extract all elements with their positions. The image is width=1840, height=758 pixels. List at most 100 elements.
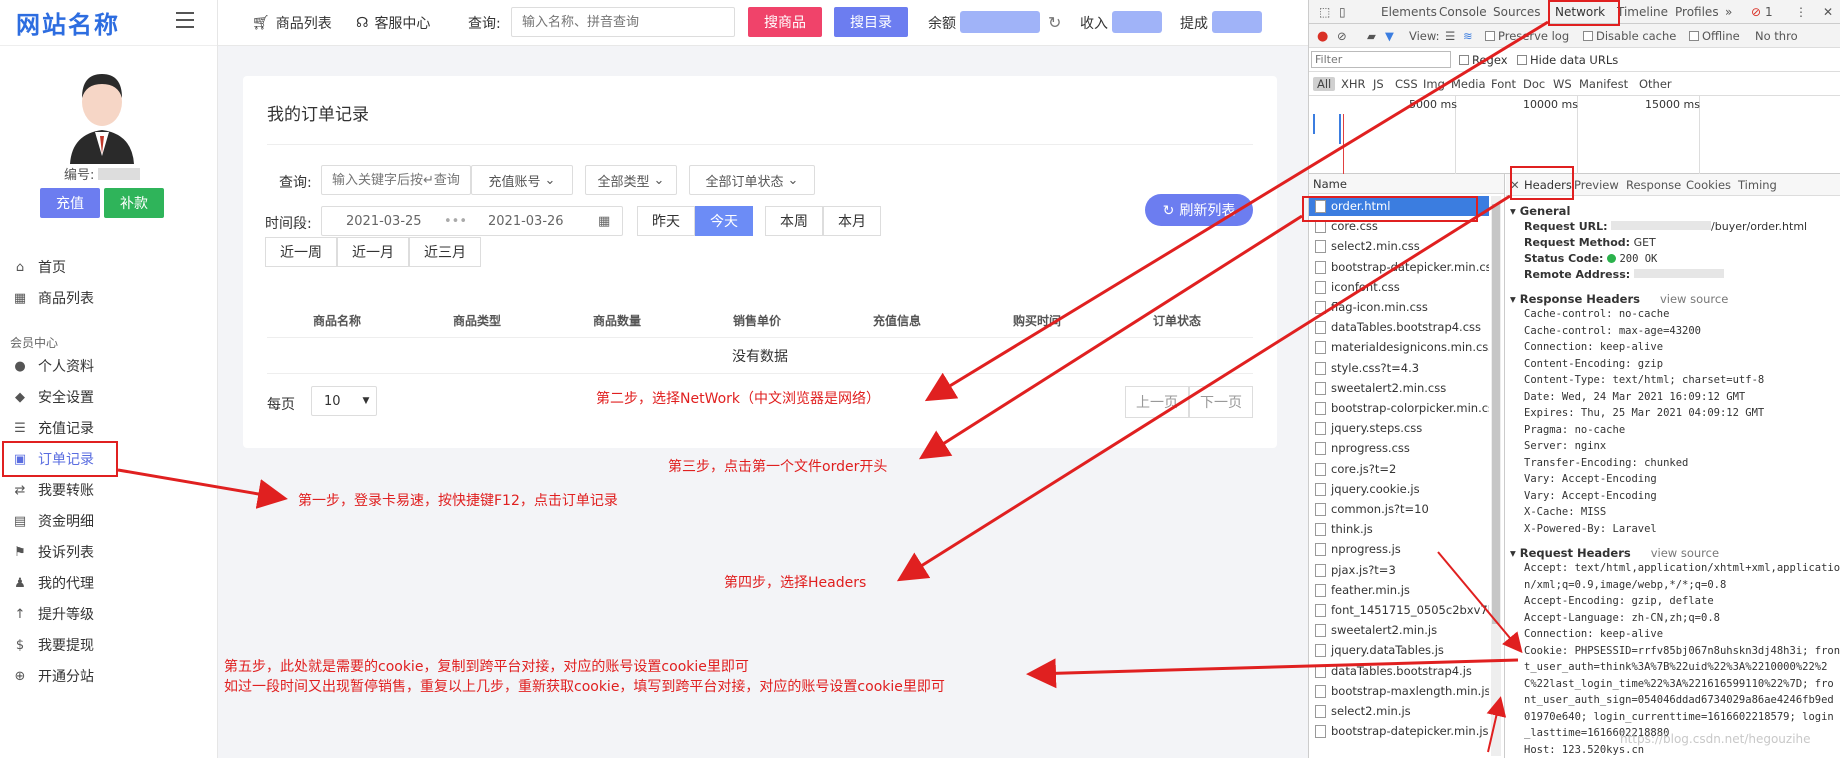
type-filter-js[interactable]: JS [1373, 77, 1384, 91]
search-goods-button[interactable]: 搜商品 [748, 7, 822, 37]
tab-response[interactable]: Response [1626, 178, 1681, 192]
site-logo[interactable]: 网站名称 [16, 5, 120, 40]
request-list-scrollbar[interactable] [1491, 196, 1501, 756]
request-row[interactable]: jquery.steps.css [1309, 418, 1489, 438]
request-row[interactable]: sweetalert2.min.css [1309, 378, 1489, 398]
sidebar-item-agents[interactable]: ♟ 我的代理 [12, 570, 94, 596]
quick-this-week-button[interactable]: 本周 [765, 206, 823, 236]
request-row[interactable]: flag-icon.min.css [1309, 297, 1489, 317]
clear-icon[interactable]: ⊘ [1337, 29, 1347, 43]
request-row[interactable]: jquery.dataTables.js [1309, 640, 1489, 660]
tab-elements[interactable]: Elements [1381, 5, 1437, 19]
request-row[interactable]: select2.min.css [1309, 236, 1489, 256]
date-range-picker[interactable]: 2021-03-25 ••• 2021-03-26 ▦ [321, 206, 623, 236]
request-row[interactable]: feather.min.js [1309, 580, 1489, 600]
overview-icon[interactable]: ≋ [1463, 29, 1473, 43]
next-page-button[interactable]: 下一页 [1189, 386, 1253, 418]
sidebar-item-recharge-records[interactable]: ☰ 充值记录 [12, 415, 94, 441]
request-row[interactable]: bootstrap-colorpicker.min.css [1309, 398, 1489, 418]
refresh-list-button[interactable]: ↻ 刷新列表 [1145, 194, 1253, 226]
order-keyword-input[interactable] [321, 165, 471, 195]
column-header[interactable]: 销售单价 [733, 312, 781, 329]
request-row[interactable]: sweetalert2.min.js [1309, 620, 1489, 640]
type-select[interactable]: 全部类型 ⌄ [585, 165, 677, 195]
tab-cookies[interactable]: Cookies [1686, 178, 1731, 192]
response-headers-section-title[interactable]: ▾ Response Headers view source [1510, 292, 1728, 306]
sidebar-item-withdraw[interactable]: $ 我要提现 [12, 632, 94, 658]
sidebar-item-product-list[interactable]: ▦ 商品列表 [12, 285, 94, 311]
sidebar-item-transfer[interactable]: ⇄ 我要转账 [12, 477, 94, 503]
preserve-log-checkbox[interactable]: Preserve log [1485, 29, 1569, 43]
quick-yesterday-button[interactable]: 昨天 [637, 206, 695, 236]
hamburger-menu-icon[interactable] [176, 12, 194, 30]
network-filter-input[interactable] [1311, 51, 1451, 68]
request-row[interactable]: nprogress.js [1309, 539, 1489, 559]
type-filter-manifest[interactable]: Manifest [1579, 77, 1628, 91]
request-row[interactable]: pjax.js?t=3 [1309, 560, 1489, 580]
request-row[interactable]: core.js?t=2 [1309, 459, 1489, 479]
request-row[interactable]: select2.min.js [1309, 701, 1489, 721]
request-row[interactable]: jquery.cookie.js [1309, 479, 1489, 499]
large-rows-icon[interactable]: ☰ [1445, 29, 1455, 43]
prev-page-button[interactable]: 上一页 [1125, 386, 1189, 418]
devtools-menu-icon[interactable]: ⋮ [1795, 5, 1807, 19]
type-filter-font[interactable]: Font [1491, 77, 1516, 91]
date-start[interactable]: 2021-03-25 [346, 214, 422, 229]
sidebar-item-profile[interactable]: ● 个人资料 [12, 353, 94, 379]
sidebar-item-security[interactable]: ◆ 安全设置 [12, 384, 94, 410]
sidebar-item-home[interactable]: ⌂ 首页 [12, 254, 66, 280]
quick-last-week-button[interactable]: 近一周 [265, 237, 337, 267]
name-column-header[interactable]: Name [1309, 174, 1504, 194]
quick-this-month-button[interactable]: 本月 [823, 206, 881, 236]
scrollbar-thumb[interactable] [1492, 204, 1500, 624]
more-tabs-icon[interactable]: » [1725, 5, 1732, 19]
request-row[interactable]: style.css?t=4.3 [1309, 358, 1489, 378]
request-row[interactable]: font_1451715_0505c2bxv7b... [1309, 600, 1489, 620]
disable-cache-checkbox[interactable]: Disable cache [1583, 29, 1676, 43]
request-row[interactable]: think.js [1309, 519, 1489, 539]
status-select[interactable]: 全部订单状态 ⌄ [689, 165, 815, 195]
topbar-product-list-link[interactable]: 🛒︎ 商品列表 [252, 13, 332, 33]
view-source-link[interactable]: view source [1660, 292, 1728, 306]
refresh-balance-icon[interactable]: ↻ [1048, 13, 1061, 32]
tab-console[interactable]: Console [1439, 5, 1487, 19]
type-filter-ws[interactable]: WS [1553, 77, 1572, 91]
request-row[interactable]: bootstrap-datepicker.min.js [1309, 721, 1489, 741]
device-toolbar-icon[interactable]: ▯ [1339, 5, 1346, 19]
quick-last-month-button[interactable]: 近一月 [337, 237, 409, 267]
type-filter-other[interactable]: Other [1639, 77, 1672, 91]
column-header[interactable]: 订单状态 [1153, 312, 1201, 329]
request-row[interactable]: nprogress.css [1309, 438, 1489, 458]
request-row[interactable]: common.js?t=10 [1309, 499, 1489, 519]
column-header[interactable]: 充值信息 [873, 312, 921, 329]
type-filter-css[interactable]: CSS [1395, 77, 1418, 91]
error-badge-icon[interactable]: ⊘ [1751, 5, 1761, 19]
request-row[interactable]: bootstrap-maxlength.min.js [1309, 681, 1489, 701]
recharge-button[interactable]: 充值 [40, 188, 100, 218]
column-header[interactable]: 购买时间 [1013, 312, 1061, 329]
column-header[interactable]: 商品类型 [453, 312, 501, 329]
record-icon[interactable]: ● [1317, 29, 1328, 44]
sidebar-item-funds[interactable]: ▤ 资金明细 [12, 508, 94, 534]
general-section-title[interactable]: ▾ General [1510, 204, 1570, 218]
tab-timeline[interactable]: Timeline [1617, 5, 1668, 19]
tab-profiles[interactable]: Profiles [1675, 5, 1719, 19]
tab-timing[interactable]: Timing [1738, 178, 1777, 192]
sidebar-item-complaints[interactable]: ⚑ 投诉列表 [12, 539, 94, 565]
request-row[interactable]: dataTables.bootstrap4.js [1309, 661, 1489, 681]
supplement-button[interactable]: 补款 [104, 188, 164, 218]
account-select[interactable]: 充值账号 ⌄ [471, 165, 573, 195]
type-filter-all[interactable]: All [1313, 77, 1336, 91]
tab-sources[interactable]: Sources [1493, 5, 1540, 19]
sidebar-item-upgrade[interactable]: ↑ 提升等级 [12, 601, 94, 627]
devtools-close-icon[interactable]: ✕ [1823, 5, 1833, 19]
inspect-icon[interactable]: ⬚ [1319, 5, 1330, 19]
regex-checkbox[interactable]: Regex [1459, 53, 1508, 67]
calendar-icon[interactable]: ▦ [598, 214, 610, 229]
topbar-search-input[interactable] [511, 7, 735, 37]
request-headers-section-title[interactable]: ▾ Request Headers view source [1510, 546, 1719, 560]
date-end[interactable]: 2021-03-26 [488, 214, 564, 229]
sidebar-item-open-substation[interactable]: ⊕ 开通分站 [12, 663, 94, 689]
search-directory-button[interactable]: 搜目录 [834, 7, 908, 37]
hide-data-urls-checkbox[interactable]: Hide data URLs [1517, 53, 1618, 67]
